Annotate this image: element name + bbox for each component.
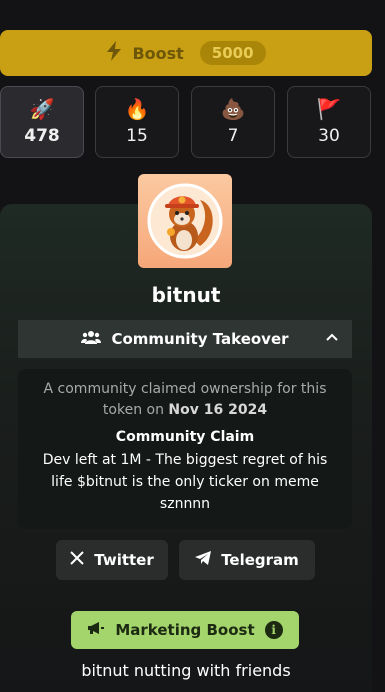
users-icon <box>81 330 102 348</box>
community-takeover-label: Community Takeover <box>111 330 289 348</box>
fire-icon: 🔥 <box>124 97 150 121</box>
x-icon <box>70 551 84 569</box>
megaphone-icon <box>87 621 105 639</box>
token-avatar <box>138 174 232 268</box>
twitter-label: Twitter <box>94 551 154 569</box>
marketing-boost-label: Marketing Boost <box>115 621 255 639</box>
token-name: bitnut <box>151 283 221 307</box>
token-tagline: bitnut nutting with friends <box>81 661 291 680</box>
community-claim-panel: A community claimed ownership for this t… <box>18 369 352 529</box>
boost-label: Boost <box>132 43 184 63</box>
rocket-icon: 🚀 <box>29 97 55 121</box>
reaction-bar: 🚀 478 🔥 15 💩 7 🚩 30 <box>0 86 385 158</box>
claim-text: Dev left at 1M - The biggest regret of h… <box>42 452 328 512</box>
lightning-icon <box>106 40 122 66</box>
reaction-rocket[interactable]: 🚀 478 <box>0 86 84 158</box>
poop-icon: 💩 <box>220 97 246 121</box>
info-icon[interactable]: i <box>264 621 283 639</box>
reaction-red-flag[interactable]: 🚩 30 <box>287 86 371 158</box>
reaction-fire[interactable]: 🔥 15 <box>95 86 179 158</box>
reaction-count: 7 <box>227 126 239 146</box>
chevron-up-icon <box>326 330 338 344</box>
reaction-count: 478 <box>24 126 60 146</box>
telegram-icon <box>195 551 212 569</box>
claim-description: A community claimed ownership for this t… <box>32 379 338 421</box>
telegram-link[interactable]: Telegram <box>179 540 315 580</box>
twitter-link[interactable]: Twitter <box>56 540 168 580</box>
telegram-label: Telegram <box>221 551 299 569</box>
claim-title: Community Claim <box>115 429 255 445</box>
boost-button[interactable]: Boost 5000 <box>0 30 372 76</box>
red-flag-icon: 🚩 <box>316 97 342 121</box>
reaction-count: 15 <box>126 126 148 146</box>
reaction-count: 30 <box>318 126 340 146</box>
claim-date: Nov 16 2024 <box>168 402 268 418</box>
community-takeover-toggle[interactable]: Community Takeover <box>18 320 352 358</box>
marketing-boost-button[interactable]: Marketing Boost i <box>71 611 299 649</box>
reaction-poop[interactable]: 💩 7 <box>191 86 275 158</box>
boost-count-badge: 5000 <box>199 41 266 65</box>
